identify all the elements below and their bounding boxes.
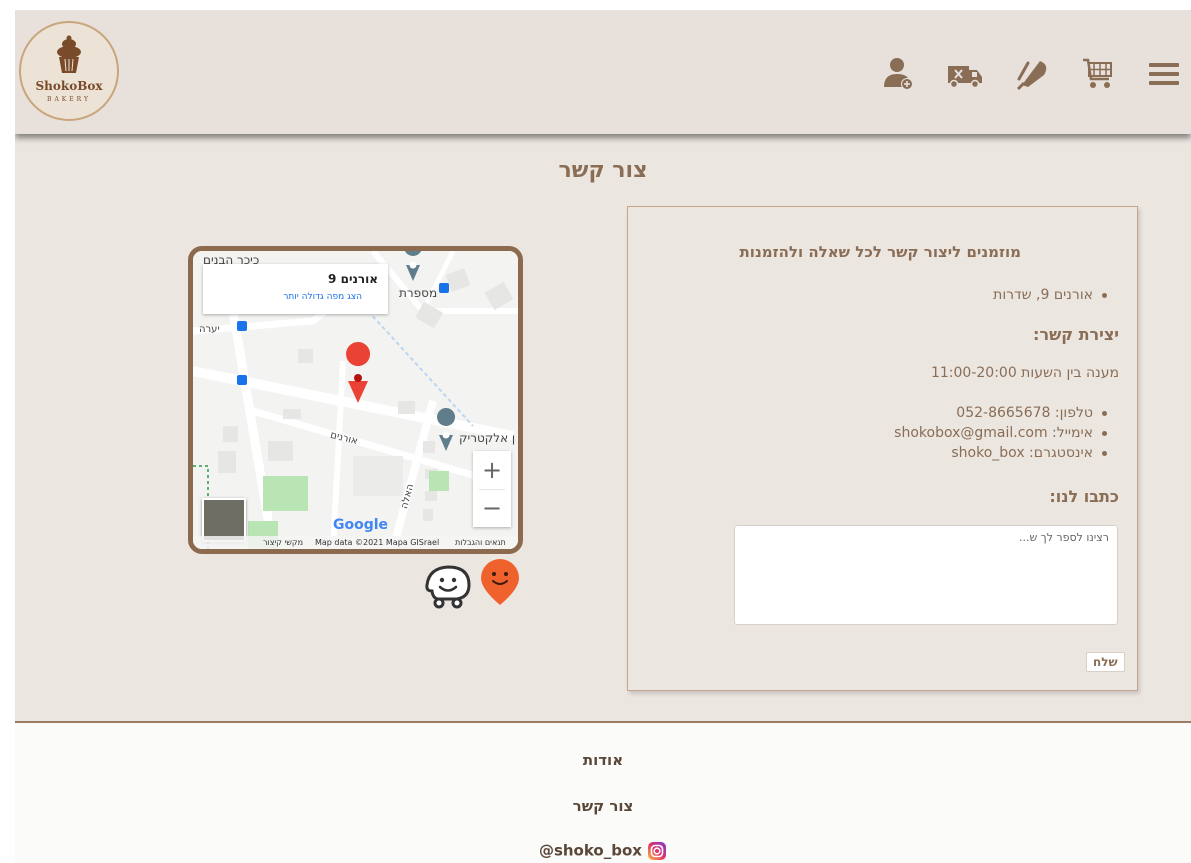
menu-icon: [1149, 63, 1179, 85]
cupcake-icon: [57, 35, 81, 73]
whisk-icon: [1016, 61, 1047, 91]
larger-map-link[interactable]: הצג מפה גדולה יותר: [283, 292, 362, 302]
phone-item: טלפון: 052-8665678: [894, 403, 1107, 423]
menu-button[interactable]: [1148, 57, 1180, 93]
email-item: אימייל: shokobox@gmail.com: [894, 423, 1107, 443]
footer: אודות צור קשר @shoko_box: [15, 723, 1191, 863]
waze-outline-icon[interactable]: [423, 563, 473, 609]
instagram-item: אינסטגרם: shoko_box: [894, 443, 1107, 463]
map-terms-link[interactable]: תנאים והגבלות: [455, 538, 506, 547]
delivery-button[interactable]: [947, 57, 983, 93]
map-info-box: אורנים 9 הצג מפה גדולה יותר: [203, 264, 388, 314]
page: ShokoBox BAKERY צור קשר מוזמנים ליצור קש…: [15, 10, 1191, 863]
logo-subtitle: BAKERY: [47, 96, 91, 103]
contact-section-title: יצירת קשר:: [1033, 325, 1119, 344]
shopping-cart-icon: [1083, 58, 1112, 88]
map-label-street-yaara: יערה: [199, 324, 220, 335]
footer-contact-link[interactable]: צור קשר: [15, 797, 1191, 815]
map-shortcuts-link[interactable]: מקשי קיצור: [263, 538, 303, 547]
map-attribution: מקשי קיצור Map data ©2021 Mapa GISrael ת…: [193, 536, 518, 549]
map-place-name: אורנים 9: [328, 272, 378, 286]
zoom-out-button[interactable]: −: [473, 489, 511, 527]
waze-orange-pin-icon[interactable]: [478, 557, 522, 607]
map-label-electric: ן אלקטריק: [459, 431, 516, 445]
logo[interactable]: ShokoBox BAKERY: [19, 21, 119, 121]
send-button[interactable]: שלח: [1086, 652, 1125, 672]
zoom-in-button[interactable]: +: [473, 451, 511, 489]
map-label-barbershop: מספרת: [399, 286, 438, 300]
contact-headline: מוזמנים ליצור קשר לכל שאלה ולהזמנות: [739, 243, 1021, 261]
footer-about-link[interactable]: אודות: [15, 751, 1191, 769]
user-add-button[interactable]: [884, 57, 914, 93]
logo-brand: ShokoBox: [35, 79, 103, 93]
opening-hours: מענה בין השעות 11:00-20:00: [930, 365, 1119, 381]
delivery-truck-icon: [948, 66, 982, 89]
write-us-title: כתבו לנו:: [1049, 487, 1119, 506]
cart-button[interactable]: [1082, 57, 1114, 93]
map-embed[interactable]: כיכר הבנים מספרת ן אלקטריק אורנים האלה י…: [188, 246, 523, 554]
google-logo-text: Google: [333, 517, 389, 533]
contact-details-list: טלפון: 052-8665678 אימייל: shokobox@gmai…: [894, 403, 1107, 463]
address-list: אורנים 9, שדרות: [993, 285, 1107, 305]
footer-instagram[interactable]: @shoko_box: [15, 840, 1191, 861]
baking-button[interactable]: [1016, 57, 1050, 93]
map-data-credit: Map data ©2021 Mapa GISrael: [315, 538, 440, 547]
address-item: אורנים 9, שדרות: [993, 285, 1107, 305]
message-input[interactable]: [734, 525, 1118, 625]
page-title: צור קשר: [558, 158, 648, 183]
instagram-handle: @shoko_box: [538, 841, 642, 860]
header: ShokoBox BAKERY: [15, 10, 1191, 134]
contact-card: מוזמנים ליצור קשר לכל שאלה ולהזמנות אורנ…: [627, 206, 1138, 691]
map-zoom-control: + −: [473, 451, 511, 527]
google-logo: Google: [333, 517, 388, 533]
instagram-icon: [648, 841, 667, 860]
user-add-icon: [884, 58, 913, 90]
